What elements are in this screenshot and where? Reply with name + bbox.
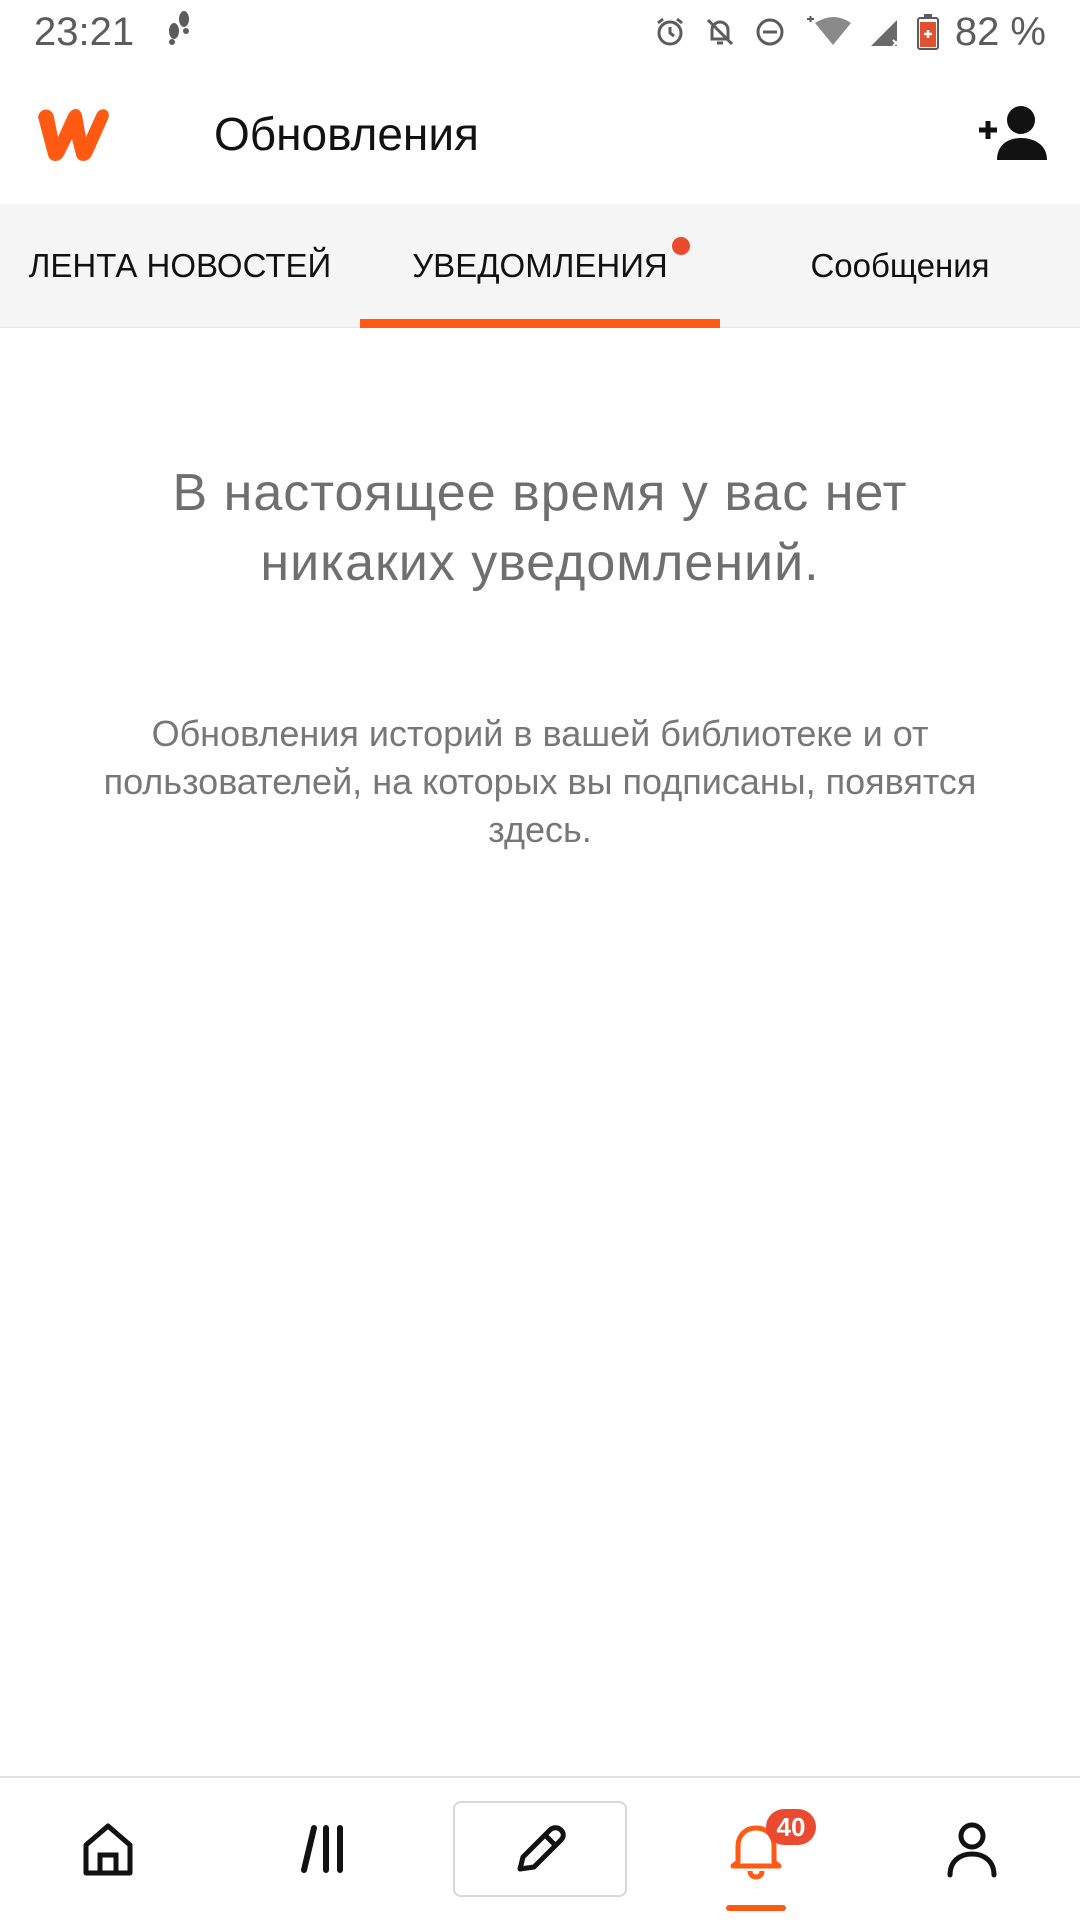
write-icon [510, 1819, 570, 1879]
wifi-icon [803, 15, 853, 49]
add-user-button[interactable] [976, 102, 1050, 166]
tab-label: Сообщения [810, 247, 990, 284]
empty-state-title: В настоящее время у вас нет никаких увед… [172, 464, 908, 592]
tab-messages[interactable]: Сообщения [720, 204, 1080, 328]
nav-profile[interactable] [864, 1777, 1080, 1920]
nav-write[interactable] [432, 1777, 648, 1920]
notifications-badge: 40 [766, 1809, 816, 1845]
add-user-icon [977, 102, 1049, 167]
battery-icon [916, 14, 939, 50]
library-icon [298, 1822, 350, 1876]
app-header: Обновления [0, 64, 1080, 204]
profile-icon [944, 1819, 1000, 1879]
status-time: 23:21 [34, 9, 135, 54]
page-title: Обновления [214, 108, 479, 160]
tab-label: ЛЕНТА НОВОСТЕЙ [28, 247, 332, 284]
home-icon [78, 1819, 138, 1879]
tab-news-feed[interactable]: ЛЕНТА НОВОСТЕЙ [0, 204, 360, 328]
screen: 23:21 82 % Обновления ЛЕНТА НОВОСТЕЙ УВЕ… [0, 0, 1080, 1920]
active-indicator [726, 1905, 786, 1911]
tab-notifications[interactable]: УВЕДОМЛЕНИЯ [360, 204, 720, 328]
nav-notifications[interactable]: 40 [648, 1777, 864, 1920]
alarm-icon [653, 15, 687, 49]
signal-icon [869, 16, 901, 48]
battery-level: 82 % [954, 9, 1046, 54]
bell-off-icon [703, 15, 737, 49]
bottom-nav: 40 [0, 1776, 1080, 1920]
footsteps-icon [164, 9, 194, 55]
tab-bar: ЛЕНТА НОВОСТЕЙ УВЕДОМЛЕНИЯ Сообщения [0, 204, 1080, 328]
empty-state-subtitle: Обновления историй в вашей библиотеке и … [103, 713, 977, 850]
status-bar: 23:21 82 % [0, 0, 1080, 64]
empty-state: В настоящее время у вас нет никаких увед… [0, 328, 1080, 854]
nav-library[interactable] [216, 1777, 432, 1920]
wattpad-logo[interactable] [30, 103, 112, 165]
do-not-disturb-icon [753, 15, 787, 49]
write-button[interactable] [453, 1801, 627, 1897]
unread-dot [672, 237, 690, 255]
tab-label: УВЕДОМЛЕНИЯ [412, 247, 668, 284]
nav-home[interactable] [0, 1777, 216, 1920]
